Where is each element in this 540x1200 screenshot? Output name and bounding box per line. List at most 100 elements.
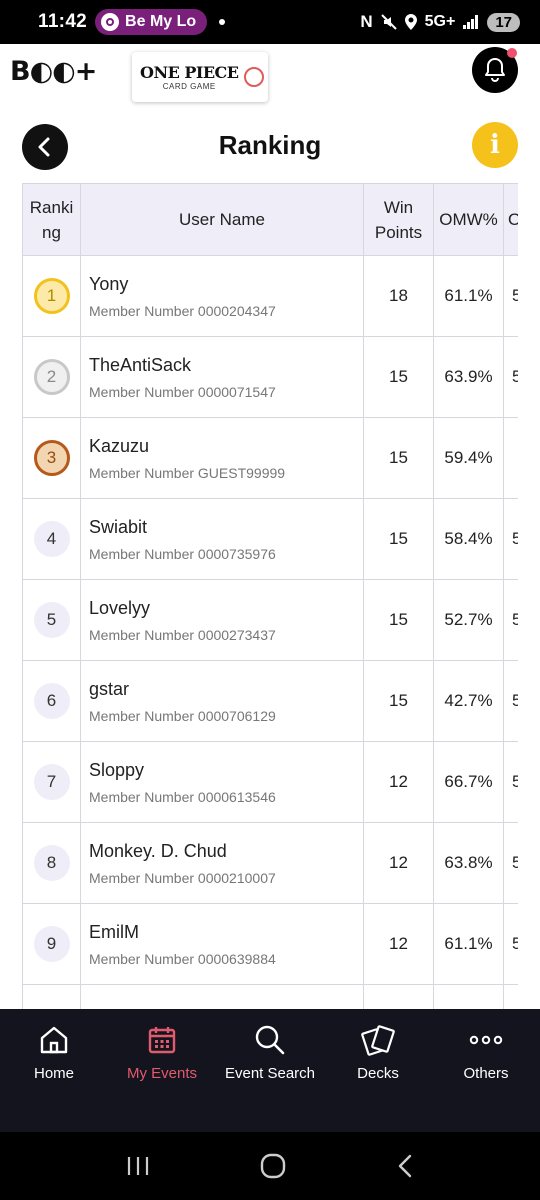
user-name-cell[interactable]: Yony Member Number 0000204347 [80,255,364,337]
info-button[interactable]: i [472,122,518,168]
app-pill-label: Be My Lo [125,13,197,30]
notifications-button[interactable] [472,47,518,93]
member-number: Member Number 0000071547 [89,383,276,400]
user-name-cell[interactable]: Lovelyy Member Number 0000273437 [80,579,364,661]
user-name-cell[interactable]: Kazuzu Member Number GUEST99999 [80,417,364,499]
rank-badge: 5 [33,602,70,638]
nav-home-label: Home [33,1065,74,1082]
extra-cell: 5 [503,903,518,985]
table-row[interactable]: 5LovelyyMember Number 00002734371552.7%5 [22,579,518,661]
column-header-rank[interactable]: Ranki ng [22,183,81,256]
table-row[interactable]: 1 Yony Member Number 0000204347 1861.1%5 [22,255,518,337]
logo-ring-icon [244,67,265,87]
omw-cell: 66.7% [433,741,504,823]
table-row[interactable]: 3 Kazuzu Member Number GUEST99999 15 59.4% [22,417,518,499]
column-header-user-name[interactable]: User Name [80,183,364,256]
table-row[interactable]: Hi... [22,984,518,1009]
bell-icon [485,58,505,82]
app-pill-icon [101,13,120,31]
rank-badge: 8 [33,845,70,881]
rank-badge: 3 [33,440,70,476]
status-icons: N 5G+ 17 [360,12,520,32]
mute-icon [380,14,397,30]
bottom-nav: Home My Events Event Search Decks Others [0,1009,540,1132]
table-row[interactable]: 9 EmilM Member Number 0000639884 1261.1%5 [22,903,518,985]
table-row[interactable]: 4 Swiabit Member Number 0000735976 1558.4%5 [22,498,518,580]
logo-title: ONE PIECE [140,63,239,82]
ranking-table[interactable]: Ranki ng User Name Win Points OMW% O 1 Yo… [22,183,518,1009]
nav-others-label: Others [463,1065,509,1082]
extra-cell: 5 [503,336,518,418]
omw-cell: 61.1% [433,255,504,337]
battery-indicator: 17 [487,12,520,32]
table-row[interactable]: 6 gstar Member Number 0000706129 1542.7%5 [22,660,518,742]
nav-others[interactable]: Others [432,1009,540,1132]
table-header-row: Ranki ng User Name Win Points OMW% O [22,183,518,256]
app-pill[interactable]: Be My Lo [95,9,208,35]
status-time: 11:42 [38,11,88,32]
member-number: Member Number 0000273437 [89,626,276,643]
user-name-cell[interactable]: Sloppy Member Number 0000613546 [80,741,364,823]
win-points-cell: 15 [363,579,434,661]
notification-dot-icon [219,19,226,25]
user-name-cell[interactable]: gstar Member Number 0000706129 [80,660,364,742]
user-name-cell[interactable]: EmilM Member Number 0000639884 [80,903,364,985]
rank-cell: 5 [22,579,81,661]
brand-logo: B◐◐+ [10,56,97,87]
status-bar: 11:42 Be My Lo N 5G+ 17 [0,0,540,44]
nav-my-events[interactable]: My Events [108,1009,216,1132]
rank-cell: 8 [22,822,81,904]
rank-cell: 4 [22,498,81,580]
omw-cell: 59.4% [433,417,504,499]
rank-cell [22,984,81,1009]
rank-badge: 1 [33,278,70,314]
win-points-cell: 15 [363,336,434,418]
user-name-cell[interactable]: Swiabit Member Number 0000735976 [80,498,364,580]
nav-event-search[interactable]: Event Search [216,1009,324,1132]
omw-cell: 58.4% [433,498,504,580]
extra-cell [503,417,518,499]
member-number: Member Number 0000706129 [89,707,276,724]
rank-cell: 1 [22,255,81,337]
extra-cell: 5 [503,822,518,904]
rank-cell: 7 [22,741,81,823]
rank-badge: 4 [33,521,70,557]
system-back-icon[interactable] [395,1153,415,1179]
user-name-cell[interactable]: TheAntiSack Member Number 0000071547 [80,336,364,418]
table-row[interactable]: 2 TheAntiSack Member Number 0000071547 15 63… [22,336,518,418]
user-name-cell[interactable]: Monkey. D. Chud Member Number 0000210007 [80,822,364,904]
win-points-cell: 12 [363,903,434,985]
table-row[interactable]: 8 Monkey. D. Chud Member Number 0000210007… [22,822,518,904]
nav-home[interactable]: Home [0,1009,108,1132]
one-piece-logo[interactable]: ONE PIECE CARD GAME [132,52,268,102]
rank-cell: 3 [22,417,81,499]
nav-decks-label: Decks [357,1065,399,1082]
user-name: gstar [89,678,130,699]
recent-apps-icon[interactable] [125,1155,151,1177]
column-header-omw[interactable]: OMW% [433,183,504,256]
extra-cell: 5 [503,255,518,337]
win-points-cell: 15 [363,660,434,742]
extra-cell: 5 [503,579,518,661]
more-icon [469,1023,503,1057]
table-row[interactable]: 7 Sloppy Member Number 0000613546 1266.7%5 [22,741,518,823]
user-name-cell[interactable]: Hi... [80,984,364,1009]
member-number: Member Number 0000639884 [89,950,276,967]
nfc-icon: N [360,12,373,31]
win-points-cell: 15 [363,498,434,580]
member-number: Member Number 0000204347 [89,302,276,319]
member-number: Member Number GUEST99999 [89,464,286,481]
user-name: Monkey. D. Chud [89,840,227,861]
column-header-win-points[interactable]: Win Points [363,183,434,256]
location-icon [404,14,417,30]
win-points-cell: 12 [363,741,434,823]
home-circle-icon[interactable] [260,1153,286,1179]
unread-dot-icon [507,48,517,58]
column-header-extra[interactable]: O [503,183,518,256]
user-name: Kazuzu [89,435,150,456]
extra-cell [503,984,518,1009]
nav-decks[interactable]: Decks [324,1009,432,1132]
app-header: B◐◐+ ONE PIECE CARD GAME [0,44,540,102]
signal-icon [463,15,479,29]
nav-my-events-label: My Events [126,1065,198,1082]
